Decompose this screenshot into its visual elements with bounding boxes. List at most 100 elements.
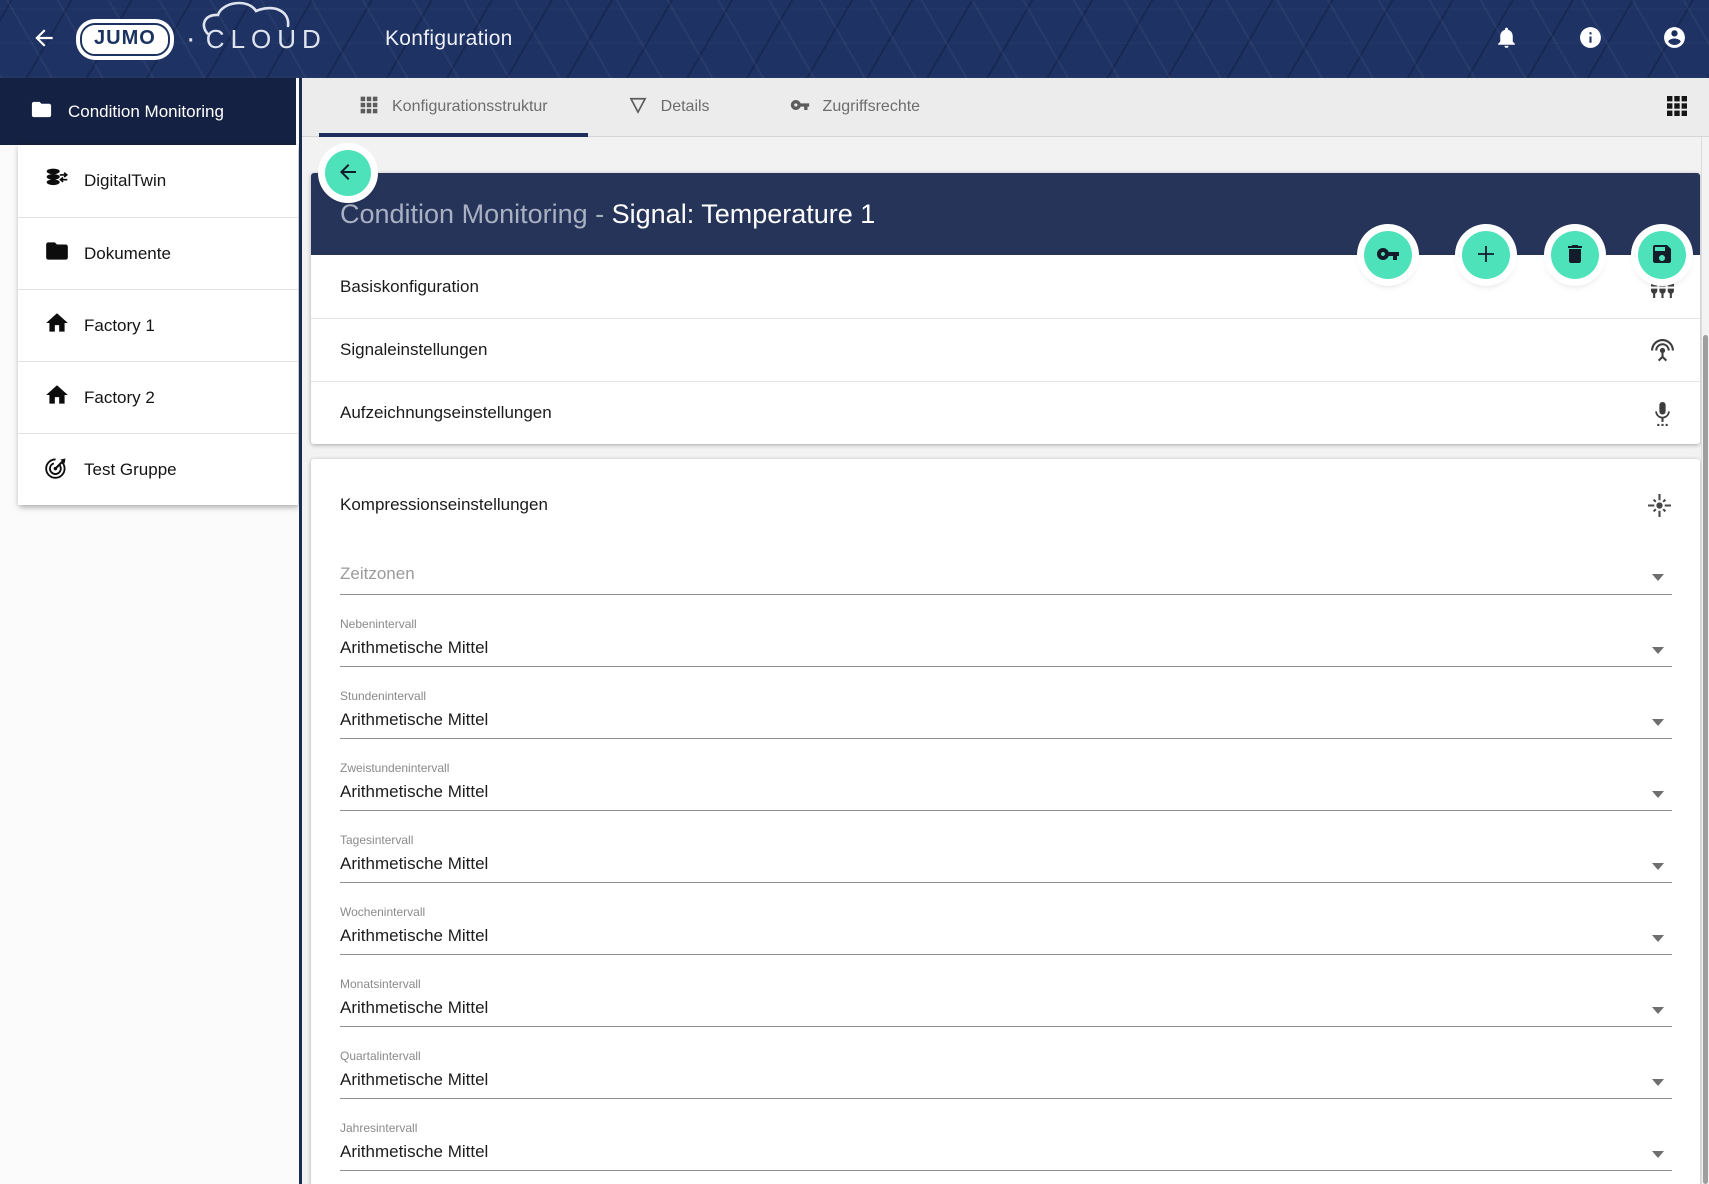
notifications-button[interactable] (1492, 25, 1520, 53)
field-jahresintervall[interactable]: Jahresintervall Arithmetische Mittel (340, 1121, 1672, 1171)
tab-details[interactable]: Details (588, 78, 750, 136)
layout-grid-button[interactable] (1664, 94, 1690, 120)
filter-icon (628, 95, 648, 120)
chevron-down-icon (1652, 791, 1664, 798)
key-icon (790, 95, 810, 120)
chevron-down-icon (1652, 1151, 1664, 1158)
section-signaleinstellungen[interactable]: Signaleinstellungen (311, 318, 1700, 381)
tab-bar: Konfigurationsstruktur Details Zugriffsr… (302, 78, 1709, 137)
field-label: Zweistundenintervall (340, 761, 1672, 776)
section-label: Signaleinstellungen (340, 340, 487, 360)
field-label: Monatsintervall (340, 977, 1672, 992)
field-label: Wochenintervall (340, 905, 1672, 920)
target-arrow-icon (44, 454, 70, 485)
field-label: Quartalintervall (340, 1049, 1672, 1064)
detail-panel: Condition Monitoring - Signal: Temperatu… (311, 173, 1700, 444)
sidebar-item-digitaltwin[interactable]: DigitalTwin (18, 145, 298, 217)
field-nebenintervall[interactable]: Nebenintervall Arithmetische Mittel (340, 617, 1672, 667)
page-title: Konfiguration (385, 27, 513, 51)
compression-heading: Kompressionseinstellungen (340, 495, 548, 515)
save-button[interactable] (1638, 231, 1686, 279)
field-label: Nebenintervall (340, 617, 1672, 632)
field-monatsintervall[interactable]: Monatsintervall Arithmetische Mittel (340, 977, 1672, 1027)
field-value: Arithmetische Mittel (340, 851, 1652, 876)
section-label: Aufzeichnungseinstellungen (340, 403, 552, 423)
chevron-down-icon (1652, 935, 1664, 942)
field-wochenintervall[interactable]: Wochenintervall Arithmetische Mittel (340, 905, 1672, 955)
cloud-logo: CLOUD (206, 24, 327, 55)
permissions-button[interactable] (1364, 231, 1412, 279)
field-value: Arithmetische Mittel (340, 923, 1652, 948)
grid-icon (359, 95, 379, 120)
chevron-down-icon (1652, 1079, 1664, 1086)
section-label: Basiskonfiguration (340, 277, 479, 297)
sidebar-item-test-gruppe[interactable]: Test Gruppe (18, 433, 298, 505)
field-value: Arithmetische Mittel (340, 1139, 1652, 1164)
field-quartalintervall[interactable]: Quartalintervall Arithmetische Mittel (340, 1049, 1672, 1099)
sidebar-item-factory-1[interactable]: Factory 1 (18, 289, 298, 361)
topbar: JUMO · CLOUD Konfiguration (0, 0, 1709, 78)
detail-title-prefix: Condition Monitoring - (340, 199, 612, 230)
field-value: Arithmetische Mittel (340, 779, 1652, 804)
zeitzonen-select[interactable]: Zeitzonen (340, 561, 1672, 595)
sidebar-item-label: DigitalTwin (84, 171, 166, 191)
folder-icon (30, 98, 53, 126)
key-icon (1376, 242, 1400, 269)
field-value: Arithmetische Mittel (340, 707, 1652, 732)
flare-icon (1647, 493, 1672, 518)
chevron-down-icon (1652, 719, 1664, 726)
account-circle-icon (1662, 25, 1687, 53)
field-tagesintervall[interactable]: Tagesintervall Arithmetische Mittel (340, 833, 1672, 883)
topbar-back-button[interactable] (24, 19, 64, 59)
account-button[interactable] (1660, 25, 1688, 53)
info-button[interactable] (1576, 25, 1604, 53)
back-arrow-icon (31, 25, 57, 54)
jumo-logo: JUMO (80, 23, 170, 56)
chevron-down-icon (1652, 574, 1664, 581)
tab-zugriffsrechte[interactable]: Zugriffsrechte (750, 78, 961, 136)
sidebar-item-label: Factory 2 (84, 388, 155, 408)
app-screen: JUMO · CLOUD Konfiguration (0, 0, 1709, 1184)
grid-icon (1665, 106, 1689, 121)
tab-label: Details (661, 98, 710, 116)
detail-title-signal: Signal: Temperature 1 (612, 199, 876, 230)
sidebar-tree: DigitalTwin Dokumente Factory 1 (18, 145, 298, 505)
sidebar-item-label: Dokumente (84, 244, 171, 264)
jumo-cloud-logo: JUMO · CLOUD (80, 22, 327, 56)
section-aufzeichnungseinstellungen[interactable]: Aufzeichnungseinstellungen (311, 381, 1700, 444)
add-button[interactable] (1462, 231, 1510, 279)
plus-icon (1474, 242, 1498, 269)
tab-label: Zugriffsrechte (823, 98, 921, 116)
scrollbar-thumb[interactable] (1703, 335, 1708, 1184)
detail-back-button[interactable] (325, 150, 371, 196)
home-icon (44, 382, 70, 413)
trash-icon (1563, 242, 1587, 269)
bell-icon (1494, 25, 1519, 53)
mic-icon (1650, 401, 1675, 426)
field-stundenintervall[interactable]: Stundenintervall Arithmetische Mittel (340, 689, 1672, 739)
back-arrow-icon (336, 160, 360, 187)
compression-panel: Kompressionseinstellungen Zeitzonen Nebe… (311, 459, 1700, 1184)
sidebar-item-factory-2[interactable]: Factory 2 (18, 361, 298, 433)
topbar-actions (1492, 25, 1692, 53)
folder-icon (44, 238, 70, 269)
chevron-down-icon (1652, 647, 1664, 654)
sidebar-item-dokumente[interactable]: Dokumente (18, 217, 298, 289)
chevron-down-icon (1652, 1007, 1664, 1014)
cloud-outline-icon (198, 0, 338, 36)
vertical-scrollbar[interactable] (1701, 137, 1709, 1184)
sidebar-header-label: Condition Monitoring (68, 102, 224, 122)
sidebar-item-label: Factory 1 (84, 316, 155, 336)
tab-label: Konfigurationsstruktur (392, 98, 548, 116)
digital-twin-icon (44, 166, 70, 197)
delete-button[interactable] (1551, 231, 1599, 279)
sidebar-item-condition-monitoring[interactable]: Condition Monitoring (0, 78, 296, 145)
home-icon (44, 310, 70, 341)
field-value: Arithmetische Mittel (340, 635, 1652, 660)
field-zweistundenintervall[interactable]: Zweistundenintervall Arithmetische Mitte… (340, 761, 1672, 811)
field-label: Tagesintervall (340, 833, 1672, 848)
tab-konfigurationsstruktur[interactable]: Konfigurationsstruktur (319, 78, 588, 136)
main-content: Konfigurationsstruktur Details Zugriffsr… (302, 78, 1709, 1184)
zeitzonen-placeholder: Zeitzonen (340, 561, 1652, 587)
save-icon (1650, 242, 1674, 269)
